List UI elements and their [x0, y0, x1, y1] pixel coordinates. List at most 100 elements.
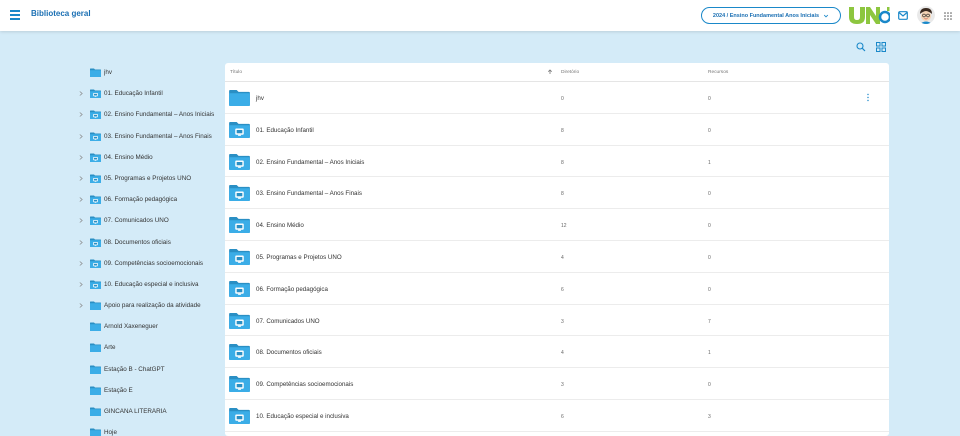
table-row[interactable]: 09. Competências socioemocionais 3 0: [225, 368, 889, 400]
mail-icon[interactable]: [898, 11, 908, 20]
folder-icon: [90, 428, 101, 436]
top-bar: Biblioteca geral 2024 / Ensino Fundament…: [0, 0, 960, 31]
sidebar-tree-item[interactable]: 07. Comunicados UNO: [76, 210, 220, 231]
table-row-directories: 4: [561, 350, 564, 357]
sidebar-tree-item-label: 08. Documentos oficiais: [104, 238, 171, 246]
chevron-right-icon[interactable]: [79, 133, 83, 139]
table-row-directories: 8: [561, 191, 564, 198]
folder-icon: [90, 68, 101, 77]
sidebar-tree-item[interactable]: 08. Documentos oficiais: [76, 232, 220, 253]
sidebar-tree-item[interactable]: Estação B - ChatGPT: [76, 359, 220, 380]
folder-icon: [229, 185, 250, 202]
folder-icon: [229, 89, 250, 106]
folder-icon: [90, 259, 101, 268]
chevron-down-icon: [823, 14, 829, 18]
search-icon[interactable]: [856, 42, 866, 52]
chevron-right-icon[interactable]: [79, 91, 83, 96]
sidebar-tree-item[interactable]: jhv: [76, 62, 220, 83]
sidebar-tree-item[interactable]: 09. Competências socioemocionais: [76, 253, 220, 274]
table-row-title: 09. Competências socioemocionais: [256, 381, 354, 389]
table-row-directories: 3: [561, 318, 564, 325]
table-row-directories: 8: [561, 127, 564, 134]
sidebar-tree-item[interactable]: Hoje: [76, 422, 220, 436]
table-row-title: 06. Formação pedagógica: [256, 285, 328, 293]
sidebar-tree-item-label: Arte: [104, 344, 116, 352]
sidebar-tree-item[interactable]: GINCANA LITERÁRIA: [76, 401, 220, 422]
sidebar-tree-item-label: 10. Educação especial e inclusiva: [104, 280, 199, 288]
table-row-title: 05. Programas e Projetos UNO: [256, 253, 342, 261]
table-row[interactable]: 07. Comunicados UNO 3 7: [225, 305, 889, 337]
table-row-resources: 0: [708, 286, 711, 293]
table-row-title: 02. Ensino Fundamental – Anos Iniciais: [256, 158, 365, 166]
folder-icon: [90, 153, 101, 162]
more-options-icon[interactable]: [866, 93, 870, 102]
table-body: jhv 0 0 01. Educação Infantil 8 0 02. Ensino F…: [225, 82, 889, 432]
column-header-resources[interactable]: Recursos: [708, 70, 728, 75]
table-row[interactable]: 02. Ensino Fundamental – Anos Iniciais 8 1: [225, 146, 889, 178]
table-row-resources: 0: [708, 96, 711, 102]
table-row[interactable]: 05. Programas e Projetos UNO 4 0: [225, 241, 889, 273]
table-row-title: 04. Ensino Médio: [256, 222, 304, 230]
chevron-right-icon[interactable]: [79, 218, 83, 224]
folder-icon: [229, 407, 250, 424]
sidebar-tree-item[interactable]: 10. Educação especial e inclusiva: [76, 274, 220, 295]
sidebar-tree-item[interactable]: Arte: [76, 337, 220, 358]
column-header-title[interactable]: Título: [230, 70, 242, 75]
sidebar-tree-item-label: Apoio para realização da atividade: [104, 302, 201, 310]
sidebar-tree-item[interactable]: 01. Educação Infantil: [76, 83, 220, 104]
chevron-right-icon[interactable]: [79, 197, 83, 202]
hamburger-menu-icon[interactable]: [10, 10, 20, 20]
sidebar-tree-item[interactable]: 02. Ensino Fundamental – Anos Iniciais: [76, 104, 220, 125]
folder-icon: [229, 217, 250, 234]
table-row[interactable]: jhv 0 0: [225, 82, 889, 114]
folder-icon: [90, 301, 101, 311]
chevron-right-icon[interactable]: [79, 112, 83, 118]
table-row-title: jhv: [256, 95, 264, 102]
chevron-right-icon[interactable]: [79, 303, 83, 308]
sidebar-tree-item[interactable]: Apoio para realização da atividade: [76, 295, 220, 316]
chevron-right-icon[interactable]: [79, 176, 83, 181]
sidebar-tree-item-label: 06. Formação pedagógica: [104, 196, 178, 204]
sidebar-tree-item[interactable]: 05. Programas e Projetos UNO: [76, 168, 220, 189]
chevron-right-icon[interactable]: [79, 239, 83, 245]
folder-icon: [229, 312, 250, 329]
chevron-right-icon[interactable]: [79, 154, 83, 160]
table-row[interactable]: 06. Formação pedagógica 6 0: [225, 273, 889, 305]
table-row[interactable]: 03. Ensino Fundamental – Anos Finais 8 0: [225, 177, 889, 210]
sidebar-tree-item[interactable]: 06. Formação pedagógica: [76, 189, 220, 210]
table-row[interactable]: 10. Educação especial e inclusiva 6 3: [225, 400, 889, 432]
sidebar-tree-item-label: Estação E: [104, 386, 133, 394]
table-row-resources: 3: [708, 413, 711, 420]
sidebar-tree-item[interactable]: 03. Ensino Fundamental – Anos Finais: [76, 126, 220, 147]
table-row-directories: 0: [561, 96, 564, 102]
page-title: Biblioteca geral: [31, 9, 91, 18]
table-row-resources: 0: [708, 127, 711, 134]
column-header-directories[interactable]: Diretório: [561, 70, 579, 75]
table-row-title: 08. Documentos oficiais: [256, 349, 322, 357]
table-row[interactable]: 08. Documentos oficiais 4 1: [225, 336, 889, 369]
sidebar-tree-item-label: Hoje: [104, 429, 117, 436]
sidebar-tree-item-label: 05. Programas e Projetos UNO: [104, 174, 192, 182]
table-row[interactable]: 04. Ensino Médio 12 0: [225, 209, 889, 241]
sidebar-tree-item[interactable]: Estação E: [76, 380, 220, 401]
folder-icon: [229, 248, 250, 265]
sort-ascending-icon[interactable]: [547, 69, 553, 75]
sidebar-tree-item-label: jhv: [104, 69, 113, 76]
sidebar-tree-item[interactable]: 04. Ensino Médio: [76, 147, 220, 168]
sidebar-tree-item-label: 03. Ensino Fundamental – Anos Finais: [104, 132, 212, 140]
apps-grid-icon[interactable]: [944, 12, 952, 20]
grade-selector[interactable]: 2024 / Ensino Fundamental Anos Iniciais: [701, 7, 841, 24]
grid-view-icon[interactable]: [876, 42, 886, 52]
folder-icon: [90, 407, 101, 416]
table-row-directories: 12: [561, 223, 567, 230]
sidebar-tree-item-label: 04. Ensino Médio: [104, 153, 153, 161]
sidebar-tree-item-label: Estação B - ChatGPT: [104, 365, 165, 373]
chevron-right-icon[interactable]: [79, 282, 83, 287]
folder-icon: [90, 343, 101, 353]
folder-icon: [229, 344, 250, 361]
avatar[interactable]: [917, 6, 935, 24]
table-row-resources: 1: [708, 350, 711, 357]
table-row[interactable]: 01. Educação Infantil 8 0: [225, 114, 889, 146]
sidebar-tree-item[interactable]: Arnold Xaxeneguer: [76, 316, 220, 337]
chevron-right-icon[interactable]: [79, 260, 83, 266]
